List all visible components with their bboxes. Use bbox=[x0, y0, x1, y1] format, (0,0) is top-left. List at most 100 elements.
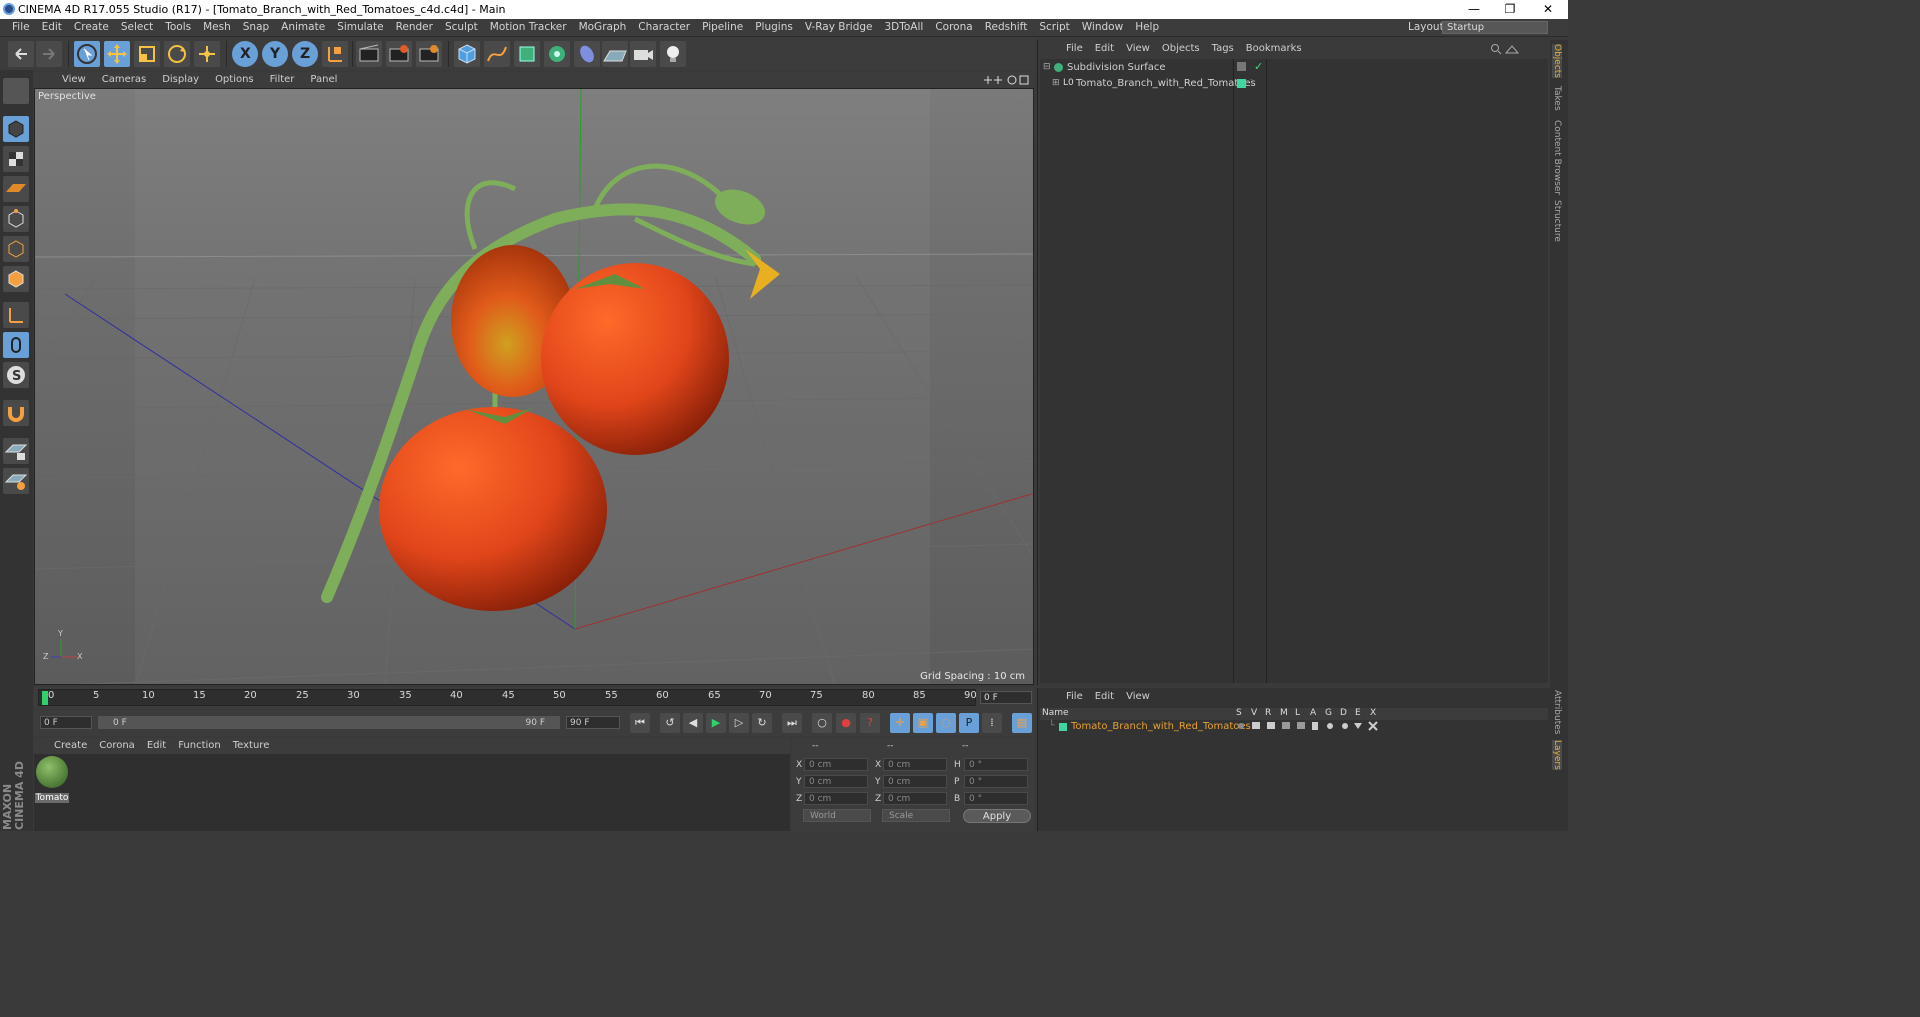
menu-help[interactable]: Help bbox=[1129, 21, 1165, 33]
menu-snap[interactable]: Snap bbox=[237, 21, 275, 33]
cloner-icon[interactable] bbox=[544, 41, 570, 67]
record-active-icon[interactable]: ● bbox=[836, 713, 856, 733]
material-menu-edit[interactable]: Edit bbox=[141, 740, 172, 751]
undo-icon[interactable] bbox=[8, 41, 34, 67]
frame-range-slider[interactable]: 0 F 90 F bbox=[98, 716, 560, 729]
timeline-window-icon[interactable]: ▤ bbox=[1012, 713, 1032, 733]
menu-character[interactable]: Character bbox=[632, 21, 696, 33]
floor-icon[interactable] bbox=[602, 41, 628, 67]
close-button[interactable]: ✕ bbox=[1530, 0, 1566, 19]
texture-mode-icon[interactable] bbox=[3, 146, 29, 172]
render-to-picture-viewer-icon[interactable] bbox=[386, 41, 412, 67]
menu-script[interactable]: Script bbox=[1033, 21, 1075, 33]
render-view-icon[interactable] bbox=[356, 41, 382, 67]
layer-color-swatch[interactable] bbox=[1237, 79, 1246, 88]
menu-render[interactable]: Render bbox=[390, 21, 439, 33]
snap-icon[interactable] bbox=[3, 400, 29, 426]
live-selection-icon[interactable] bbox=[74, 41, 100, 67]
subdivision-surface-icon[interactable] bbox=[514, 41, 540, 67]
collapse-icon[interactable]: ⊟ bbox=[1043, 62, 1051, 72]
next-frame-icon[interactable]: ▷ bbox=[729, 713, 749, 733]
size-y-field[interactable]: 0 cm bbox=[883, 775, 947, 788]
workplane-mode-icon[interactable] bbox=[3, 176, 29, 202]
tweak-mode-icon[interactable] bbox=[3, 332, 29, 358]
solo-mode-icon[interactable]: S bbox=[3, 362, 29, 388]
rotation-h-field[interactable]: 0 ° bbox=[964, 758, 1028, 771]
position-z-field[interactable]: 0 cm bbox=[804, 792, 868, 805]
object-row-subdivision-surface[interactable]: ⊟ Subdivision Surface ✓ bbox=[1040, 60, 1548, 76]
material-name[interactable]: Tomato bbox=[35, 793, 69, 803]
size-mode-dropdown[interactable]: Scale bbox=[882, 809, 950, 822]
edges-mode-icon[interactable] bbox=[3, 236, 29, 262]
key-position-icon[interactable]: ✛ bbox=[890, 713, 910, 733]
polygons-mode-icon[interactable] bbox=[3, 266, 29, 292]
current-frame-field[interactable]: 0 F bbox=[980, 691, 1032, 704]
material-menu-function[interactable]: Function bbox=[172, 740, 227, 751]
material-menu-corona[interactable]: Corona bbox=[93, 740, 141, 751]
model-mode-icon[interactable] bbox=[3, 116, 29, 142]
layers-menu-edit[interactable]: Edit bbox=[1089, 691, 1120, 702]
rotation-b-field[interactable]: 0 ° bbox=[964, 792, 1028, 805]
tab-layers[interactable]: Layers bbox=[1552, 740, 1562, 770]
layout-select[interactable]: Startup bbox=[1442, 21, 1548, 34]
layers-menu-file[interactable]: File bbox=[1060, 691, 1089, 702]
object-row-tomato-branch[interactable]: ⊞ L0 Tomato_Branch_with_Red_Tomatoes ⁚ bbox=[1040, 76, 1548, 92]
position-x-field[interactable]: 0 cm bbox=[804, 758, 868, 771]
go-to-start-icon[interactable]: ⏮ bbox=[630, 713, 650, 733]
viewport-perspective[interactable]: Perspective Y Z X Grid Spacing : 10 cm bbox=[34, 88, 1034, 685]
start-frame-field[interactable]: 0 F bbox=[40, 716, 92, 729]
tab-objects[interactable]: Objects bbox=[1552, 44, 1562, 79]
go-to-end-icon[interactable]: ⏭ bbox=[782, 713, 802, 733]
previous-frame-icon[interactable]: ◀ bbox=[683, 713, 703, 733]
previous-key-icon[interactable]: ↺ bbox=[660, 713, 680, 733]
layers-menu-view[interactable]: View bbox=[1120, 691, 1156, 702]
viewport-navigation-icons[interactable] bbox=[982, 74, 1030, 86]
position-y-field[interactable]: 0 cm bbox=[804, 775, 868, 788]
objects-menu-file[interactable]: File bbox=[1060, 43, 1089, 54]
menu-animate[interactable]: Animate bbox=[275, 21, 331, 33]
axis-mode-icon[interactable] bbox=[3, 302, 29, 328]
deformer-icon[interactable] bbox=[574, 41, 600, 67]
size-z-field[interactable]: 0 cm bbox=[883, 792, 947, 805]
menu-edit[interactable]: Edit bbox=[36, 21, 68, 33]
menu-mograph[interactable]: MoGraph bbox=[573, 21, 633, 33]
cube-primitive-icon[interactable] bbox=[454, 41, 480, 67]
menu-mesh[interactable]: Mesh bbox=[197, 21, 237, 33]
z-axis-lock-button[interactable]: Z bbox=[292, 41, 318, 67]
enabled-checkmark-icon[interactable]: ✓ bbox=[1254, 60, 1263, 73]
key-parameter-icon[interactable]: P bbox=[959, 713, 979, 733]
viewport-menu-display[interactable]: Display bbox=[154, 74, 207, 85]
tab-content-browser[interactable]: Content Browser bbox=[1552, 120, 1562, 195]
menu-pipeline[interactable]: Pipeline bbox=[696, 21, 749, 33]
viewport-menu-cameras[interactable]: Cameras bbox=[94, 74, 154, 85]
timeline-ruler[interactable]: 0 5 10 15 20 25 30 35 40 45 50 55 60 65 … bbox=[38, 689, 977, 706]
locked-workplane-icon[interactable] bbox=[3, 438, 29, 464]
autokey-icon[interactable]: ? bbox=[860, 713, 880, 733]
viewport-menu-panel[interactable]: Panel bbox=[302, 74, 345, 85]
objects-menu-tags[interactable]: Tags bbox=[1206, 43, 1240, 54]
coordinate-system-icon[interactable] bbox=[322, 41, 348, 67]
rotate-icon[interactable] bbox=[164, 41, 190, 67]
maximize-button[interactable]: ❐ bbox=[1492, 0, 1528, 19]
play-icon[interactable]: ▶ bbox=[706, 713, 726, 733]
planar-workplane-icon[interactable] bbox=[3, 468, 29, 494]
spline-pen-icon[interactable] bbox=[484, 41, 510, 67]
move-icon[interactable] bbox=[104, 41, 130, 67]
viewport-menu-view[interactable]: View bbox=[54, 74, 94, 85]
objects-menu-edit[interactable]: Edit bbox=[1089, 43, 1120, 54]
tab-structure[interactable]: Structure bbox=[1552, 200, 1562, 242]
menu-3dtoall[interactable]: 3DToAll bbox=[878, 21, 929, 33]
scale-icon[interactable] bbox=[134, 41, 160, 67]
menu-vray-bridge[interactable]: V-Ray Bridge bbox=[799, 21, 879, 33]
rotation-p-field[interactable]: 0 ° bbox=[964, 775, 1028, 788]
menu-file[interactable]: File bbox=[6, 21, 36, 33]
tab-attributes[interactable]: Attributes bbox=[1552, 690, 1562, 734]
menu-simulate[interactable]: Simulate bbox=[331, 21, 389, 33]
y-axis-lock-button[interactable]: Y bbox=[262, 41, 288, 67]
layer-toggle-icons[interactable] bbox=[1236, 721, 1381, 731]
menu-sculpt[interactable]: Sculpt bbox=[439, 21, 484, 33]
size-x-field[interactable]: 0 cm bbox=[883, 758, 947, 771]
menu-select[interactable]: Select bbox=[115, 21, 159, 33]
minimize-button[interactable]: — bbox=[1456, 0, 1492, 19]
menu-motion-tracker[interactable]: Motion Tracker bbox=[484, 21, 573, 33]
